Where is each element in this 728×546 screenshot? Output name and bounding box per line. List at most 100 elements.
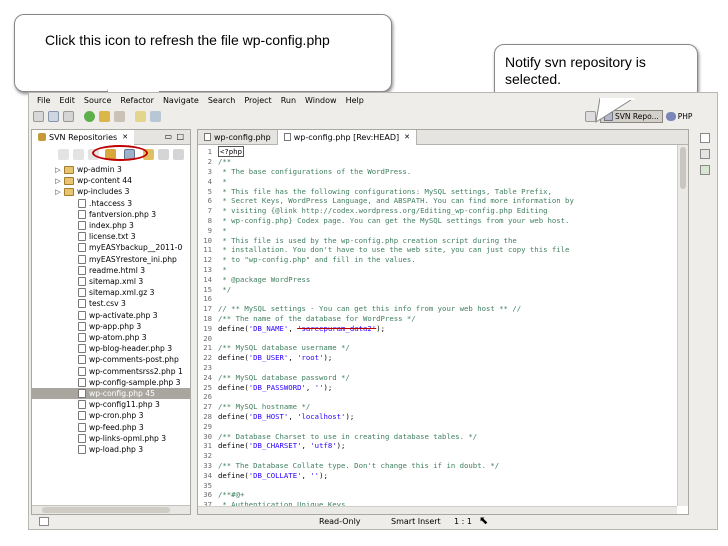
tree-item-file[interactable]: wp-config-sample.php 3	[32, 377, 190, 388]
code-line: 27 /** MySQL hostname */	[198, 402, 676, 412]
editor-area: wp-config.php wp-config.php [Rev:HEAD] ✕…	[197, 129, 689, 515]
menu-run[interactable]: Run	[281, 96, 296, 105]
file-icon	[78, 333, 86, 343]
run-icon[interactable]	[84, 110, 95, 122]
code-editor[interactable]: 1 <?php 2 /** 3 * The base configurations …	[198, 145, 676, 509]
tree-item-folder[interactable]: ▷ wp-admin 3	[32, 164, 190, 175]
tree-item-file[interactable]: wp-activate.php 3	[32, 310, 190, 321]
file-icon	[78, 389, 86, 399]
tab-wp-config-head[interactable]: wp-config.php [Rev:HEAD] ✕	[277, 129, 417, 145]
close-tab-icon[interactable]: ✕	[122, 133, 128, 141]
tree-item-file[interactable]: wp-load.php 3	[32, 444, 190, 455]
code-line: 34 define('DB_COLLATE', '');	[198, 470, 676, 480]
code-line: 8 * wp-config.php} Codex page. You can g…	[198, 216, 676, 226]
menu-edit[interactable]: Edit	[59, 96, 75, 105]
tree-item-file[interactable]: wp-config11.php 3	[32, 399, 190, 410]
tab-wp-config[interactable]: wp-config.php	[198, 129, 278, 145]
menu-window[interactable]: Window	[305, 96, 337, 105]
tree-item-file[interactable]: myEASYrestore_ini.php	[32, 254, 190, 265]
menu-project[interactable]: Project	[244, 96, 271, 105]
collapse-all-icon[interactable]	[158, 148, 169, 160]
close-tab-icon[interactable]: ✕	[404, 133, 410, 141]
save-icon[interactable]	[48, 110, 59, 122]
forward-nav-icon[interactable]	[73, 148, 84, 160]
tree-item-file[interactable]: myEASYbackup__2011-0	[32, 242, 190, 253]
menu-file[interactable]: File	[37, 96, 50, 105]
link-editor-icon[interactable]	[173, 148, 184, 160]
search-icon[interactable]	[135, 110, 146, 122]
line-number: 5	[207, 186, 212, 196]
tree-item-label: sitemap.xml 3	[89, 277, 144, 287]
menu-navigate[interactable]: Navigate	[163, 96, 199, 105]
php-perspective-button[interactable]: PHP	[665, 111, 692, 121]
menu-source[interactable]: Source	[84, 96, 111, 105]
tree-item-label: wp-includes 3	[77, 187, 130, 197]
tree-item-file[interactable]: fantversion.php 3	[32, 209, 190, 220]
menu-help[interactable]: Help	[346, 96, 364, 105]
line-number: 29	[203, 421, 212, 431]
line-number: 2	[207, 157, 212, 167]
line-number: 17	[203, 304, 212, 314]
tree-item-file[interactable]: wp-feed.php 3	[32, 422, 190, 433]
tree-item-file[interactable]: index.php 3	[32, 220, 190, 231]
file-icon	[78, 344, 86, 354]
file-icon	[78, 209, 86, 219]
maximize-view-icon[interactable]: □	[176, 132, 184, 141]
tree-item-label: wp-config-sample.php 3	[89, 377, 181, 387]
tree-item-file[interactable]: sitemap.xml.gz 3	[32, 287, 190, 298]
fast-view-icon[interactable]	[39, 516, 49, 526]
expand-arrow-icon[interactable]: ▷	[54, 166, 62, 174]
tree-item-file-selected[interactable]: wp-config.php 45	[32, 388, 190, 400]
code-line: 29	[198, 421, 676, 431]
tree-item-file[interactable]: wp-atom.php 3	[32, 332, 190, 343]
svn-view-tab-label: SVN Repositories	[49, 132, 118, 142]
tasks-icon[interactable]	[700, 165, 710, 175]
editor-scroll-thumb[interactable]	[680, 147, 686, 189]
tree-item-file[interactable]: license.txt 3	[32, 231, 190, 242]
print-icon[interactable]	[63, 110, 74, 122]
tree-item-folder[interactable]: ▷ wp-includes 3	[32, 186, 190, 197]
editor-vertical-scrollbar[interactable]	[677, 145, 688, 506]
tree-item-file[interactable]: wp-blog-header.php 3	[32, 343, 190, 354]
file-icon	[78, 277, 86, 287]
code-line: 19 define('DB_NAME', 'sareepuram_data2');	[198, 323, 676, 333]
external-tools-icon[interactable]	[114, 110, 125, 122]
code-line: 13 *	[198, 265, 676, 275]
minimize-view-icon[interactable]: ▭	[164, 132, 172, 141]
tab-svn-repositories[interactable]: SVN Repositories ✕	[32, 129, 135, 145]
line-number: 19	[203, 323, 212, 333]
tree-item-folder[interactable]: ▷ wp-content 44	[32, 175, 190, 186]
tree-item-label: wp-activate.php 3	[89, 310, 158, 320]
new-icon[interactable]	[33, 110, 44, 122]
line-text: */	[218, 284, 232, 294]
line-number: 36	[203, 490, 212, 500]
editor-tabrow: wp-config.php wp-config.php [Rev:HEAD] ✕	[198, 129, 688, 145]
tree-item-file[interactable]: wp-cron.php 3	[32, 410, 190, 421]
tree-item-file[interactable]: test.csv 3	[32, 298, 190, 309]
line-number: 34	[203, 470, 212, 480]
line-text: * @package WordPress	[218, 274, 311, 284]
tree-item-file[interactable]: .htaccess 3	[32, 198, 190, 209]
tree-item-file[interactable]: readme.html 3	[32, 265, 190, 276]
forward-icon[interactable]	[150, 110, 161, 122]
line-text: define('DB_COLLATE', '');	[218, 470, 328, 480]
line-number: 24	[203, 372, 212, 382]
restore-icon[interactable]	[700, 133, 710, 143]
tree-item-file[interactable]: wp-comments-post.php	[32, 354, 190, 365]
tree-item-file[interactable]: wp-commentsrss2.php 1	[32, 366, 190, 377]
debug-icon[interactable]	[99, 110, 110, 122]
expand-arrow-icon[interactable]: ▷	[54, 177, 62, 185]
outline-icon[interactable]	[700, 149, 710, 159]
expand-arrow-icon[interactable]: ▷	[54, 188, 62, 196]
file-icon	[78, 400, 86, 410]
tree-item-label: wp-content 44	[77, 176, 132, 186]
tree-item-file[interactable]: wp-app.php 3	[32, 321, 190, 332]
line-text: *	[218, 225, 227, 235]
tree-item-file[interactable]: sitemap.xml 3	[32, 276, 190, 287]
back-icon[interactable]	[58, 148, 69, 160]
tree-item-file[interactable]: wp-links-opml.php 3	[32, 433, 190, 444]
line-text: /** The name of the database for WordPre…	[218, 313, 416, 323]
menu-refactor[interactable]: Refactor	[120, 96, 154, 105]
code-line: 20	[198, 333, 676, 343]
menu-search[interactable]: Search	[208, 96, 235, 105]
